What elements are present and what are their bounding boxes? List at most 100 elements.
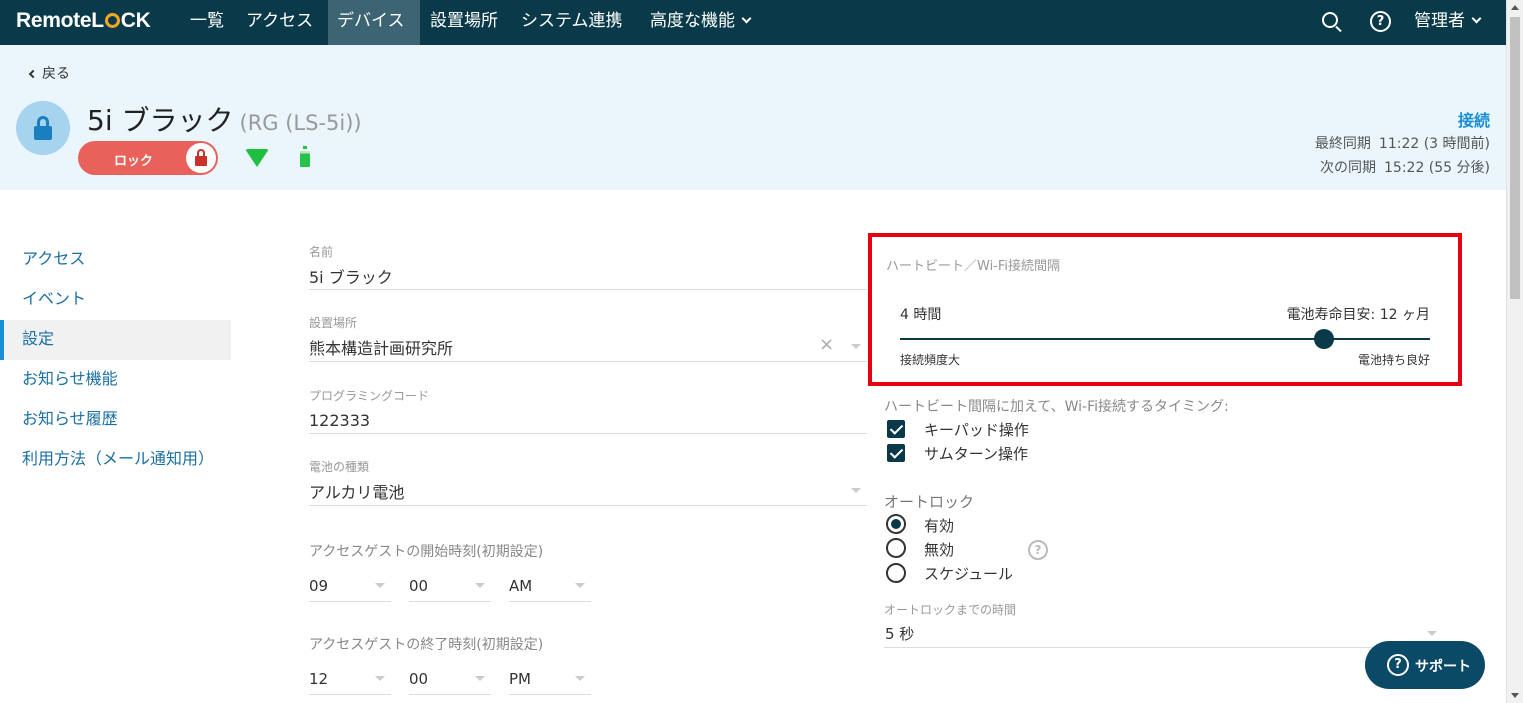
connection-status: 接続 bbox=[1457, 111, 1490, 130]
autolock-schedule-radio[interactable] bbox=[886, 563, 906, 583]
sidebar-item-usage[interactable]: 利用方法（メール通知用） bbox=[0, 440, 231, 480]
heartbeat-slider-track[interactable] bbox=[900, 338, 1430, 340]
support-label: サポート bbox=[1415, 659, 1471, 675]
nav-item-locations[interactable]: 設置場所 bbox=[421, 0, 507, 45]
last-sync: 最終同期 11:22 (3 時間前) bbox=[1315, 133, 1490, 153]
logo-text-left: Remote bbox=[16, 9, 92, 32]
admin-label: 管理者 bbox=[1414, 11, 1465, 31]
end-minute-select[interactable]: 00 bbox=[409, 670, 428, 688]
logo-ring-icon bbox=[104, 13, 120, 28]
chevron-down-icon[interactable] bbox=[1427, 631, 1437, 636]
page-scrollbar[interactable] bbox=[1506, 0, 1523, 703]
end-hour-underline bbox=[309, 694, 391, 695]
sidebar-item-notifications[interactable]: お知らせ機能 bbox=[0, 360, 231, 400]
sidebar-item-settings[interactable]: 設定 bbox=[0, 320, 231, 360]
help-circle-icon[interactable]: ? bbox=[1028, 540, 1048, 560]
device-avatar bbox=[16, 101, 70, 155]
chevron-down-icon[interactable] bbox=[475, 583, 485, 588]
scroll-up-arrow-icon[interactable] bbox=[1511, 5, 1519, 10]
autolock-enabled-radio[interactable] bbox=[886, 514, 906, 534]
chevron-down-icon[interactable] bbox=[475, 676, 485, 681]
autolock-schedule-label: スケジュール bbox=[924, 565, 1013, 583]
top-navigation: RemoteL CK 一覧 アクセス デバイス 設置場所 システム連携 高度な機能… bbox=[0, 0, 1506, 45]
name-underline bbox=[309, 289, 867, 290]
device-name: 5i ブラック bbox=[87, 104, 234, 137]
nav-item-list[interactable]: 一覧 bbox=[181, 0, 233, 45]
lock-toggle-label: ロック bbox=[114, 154, 154, 169]
heartbeat-interval-value: 4 時間 bbox=[900, 307, 942, 323]
back-label: 戻る bbox=[42, 66, 70, 82]
chevron-down-icon[interactable] bbox=[375, 676, 385, 681]
keypad-checkbox[interactable] bbox=[887, 420, 905, 438]
start-time-label: アクセスゲストの開始時刻(初期設定) bbox=[309, 544, 544, 560]
heartbeat-slider-handle[interactable] bbox=[1314, 329, 1334, 349]
start-minute-select[interactable]: 00 bbox=[409, 577, 428, 595]
scroll-thumb[interactable] bbox=[1510, 17, 1520, 299]
sidebar-item-events[interactable]: イベント bbox=[0, 280, 231, 320]
sidebar-item-notification-history[interactable]: お知らせ履歴 bbox=[0, 400, 231, 440]
wifi-timing-label: ハートビート間隔に加えて、Wi-Fi接続するタイミング: bbox=[884, 399, 1229, 415]
slider-min-label: 接続頻度大 bbox=[900, 353, 961, 367]
battery-life-estimate: 電池寿命目安: 12 ヶ月 bbox=[1286, 307, 1430, 323]
location-label: 設置場所 bbox=[309, 316, 358, 330]
chevron-down-icon[interactable] bbox=[851, 488, 861, 493]
name-field[interactable]: 5i ブラック bbox=[309, 264, 393, 288]
start-ampm-select[interactable]: AM bbox=[509, 577, 532, 595]
chevron-down-icon[interactable] bbox=[375, 583, 385, 588]
help-icon: ? bbox=[1387, 654, 1409, 676]
end-ampm-select[interactable]: PM bbox=[509, 670, 531, 688]
autolock-disabled-label: 無効 bbox=[924, 541, 955, 559]
device-header: 戻る 5i ブラック (RG (LS-5i)) ロック 接続 最終同期 11:22 … bbox=[0, 45, 1506, 190]
lock-icon bbox=[34, 126, 52, 140]
nav-item-integrations[interactable]: システム連携 bbox=[512, 0, 632, 45]
autolock-label: オートロック bbox=[884, 493, 975, 511]
end-hour-select[interactable]: 12 bbox=[309, 670, 328, 688]
start-ampm-underline bbox=[509, 601, 591, 602]
keypad-checkbox-label: キーパッド操作 bbox=[924, 421, 1029, 439]
autolock-enabled-label: 有効 bbox=[924, 517, 955, 535]
heartbeat-title: ハートビート／Wi-Fi接続間隔 bbox=[886, 259, 1061, 274]
heartbeat-panel: ハートビート／Wi-Fi接続間隔 4 時間 電池寿命目安: 12 ヶ月 接続頻度… bbox=[868, 233, 1462, 386]
slider-max-label: 電池持ち良好 bbox=[1357, 353, 1430, 367]
thumbturn-checkbox-label: サムターン操作 bbox=[924, 445, 1028, 463]
chevron-down-icon[interactable] bbox=[575, 676, 585, 681]
next-sync-label: 次の同期 bbox=[1320, 160, 1377, 176]
chevron-down-icon[interactable] bbox=[851, 344, 861, 349]
lock-toggle-button[interactable]: ロック bbox=[78, 141, 218, 175]
location-underline bbox=[309, 361, 867, 362]
back-link[interactable]: 戻る bbox=[28, 63, 70, 83]
support-button[interactable]: ? サポート bbox=[1365, 641, 1485, 689]
wifi-icon bbox=[245, 149, 269, 167]
search-icon[interactable] bbox=[1322, 12, 1338, 28]
autolock-delay-underline bbox=[884, 647, 1439, 648]
clear-icon[interactable]: × bbox=[819, 334, 834, 355]
app-root: RemoteL CK 一覧 アクセス デバイス 設置場所 システム連携 高度な機能… bbox=[0, 0, 1523, 703]
chevron-down-icon bbox=[741, 13, 752, 24]
battery-type-select[interactable]: アルカリ電池 bbox=[309, 479, 404, 503]
battery-icon bbox=[300, 146, 310, 167]
remotelock-logo[interactable]: RemoteL CK bbox=[16, 9, 151, 33]
autolock-disabled-radio[interactable] bbox=[886, 538, 906, 558]
nav-item-advanced[interactable]: 高度な機能 bbox=[641, 0, 759, 45]
end-time-label: アクセスゲストの終了時刻(初期設定) bbox=[309, 637, 544, 653]
chevron-left-icon bbox=[28, 69, 38, 79]
battery-type-label: 電池の種類 bbox=[309, 460, 370, 474]
chevron-down-icon[interactable] bbox=[575, 583, 585, 588]
autolock-delay-label: オートロックまでの時間 bbox=[884, 603, 1017, 617]
scroll-down-arrow-icon[interactable] bbox=[1511, 693, 1519, 698]
autolock-delay-select[interactable]: 5 秒 bbox=[885, 623, 914, 644]
logo-text-right: CK bbox=[120, 9, 151, 32]
nav-item-access[interactable]: アクセス bbox=[237, 0, 322, 45]
help-icon[interactable]: ? bbox=[1370, 11, 1391, 32]
device-title: 5i ブラック (RG (LS-5i)) bbox=[87, 99, 362, 139]
sidebar-item-access[interactable]: アクセス bbox=[0, 240, 231, 280]
programming-code-field[interactable]: 122333 bbox=[309, 411, 370, 430]
next-sync: 次の同期 15:22 (55 分後) bbox=[1320, 157, 1490, 177]
thumbturn-checkbox[interactable] bbox=[887, 444, 905, 462]
nav-item-devices[interactable]: デバイス bbox=[328, 0, 420, 45]
programming-code-underline bbox=[309, 433, 867, 434]
start-hour-select[interactable]: 09 bbox=[309, 577, 328, 595]
location-select[interactable]: 熊本構造計画研究所 bbox=[309, 335, 453, 359]
admin-menu[interactable]: 管理者 bbox=[1414, 0, 1482, 45]
padlock-icon bbox=[186, 143, 216, 173]
